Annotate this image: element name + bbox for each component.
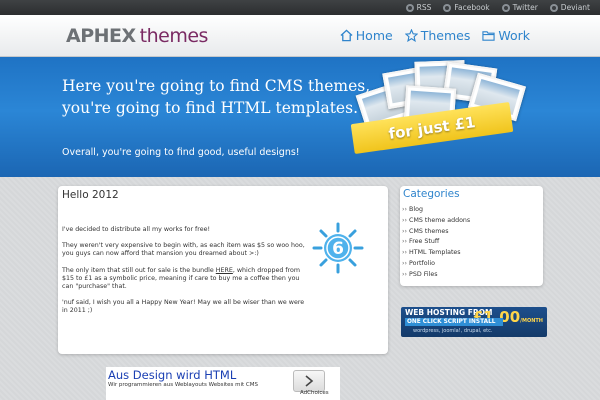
post-paragraph-1: I've decided to distribute all my works … [62,226,210,233]
ad-choices-label[interactable]: AdChoices [300,390,329,396]
category-cms-themes[interactable]: CMS themes [402,227,470,238]
star-icon [404,29,418,42]
main-nav: Home Themes Work [340,28,530,43]
post-body: I've decided to distribute all my works … [62,226,308,324]
ad-title[interactable]: Aus Design wird HTML [108,368,236,382]
site-header: APHEX themes Home Themes Work [0,15,600,57]
categories-panel: Categories Blog CMS theme addons CMS the… [400,186,543,286]
banner-line-2: you're going to find HTML templates. [62,99,358,117]
top-social-bar: RSS Facebook Twitter Deviant [0,0,600,15]
rss-icon [405,3,414,12]
twitter-link[interactable]: Twitter [501,3,538,12]
nav-themes[interactable]: Themes [404,28,471,43]
rss-label: RSS [416,3,432,12]
rss-link[interactable]: RSS [405,3,432,12]
blog-post: Hello 2012 I've decided to distribute al… [58,186,388,354]
categories-list: Blog CMS theme addons CMS themes Free St… [402,205,470,281]
banner-subline: Overall, you're going to find good, usef… [62,147,300,158]
hosting-ad-tagline: ONE CLICK SCRIPT INSTALL [405,318,503,326]
site-logo[interactable]: APHEX themes [66,25,208,47]
logo-aphex: APHEX [66,25,136,47]
hosting-ad-price-unit: /MONTH [520,318,543,324]
deviant-link[interactable]: Deviant [549,3,590,12]
twitter-label: Twitter [512,3,538,12]
hero-banner: Here you're going to find CMS themes, yo… [0,57,600,177]
facebook-icon [443,3,452,12]
chevron-right-icon [305,375,314,387]
facebook-link[interactable]: Facebook [443,3,490,12]
post-paragraph-3: The only item that still out for sale is… [62,267,308,292]
deviantart-icon [549,3,558,12]
nav-work[interactable]: Work [482,28,530,43]
ad-description: Wir programmieren aus Weblayouts Website… [108,382,259,388]
facebook-label: Facebook [454,3,490,12]
category-psd-files[interactable]: PSD Files [402,270,470,281]
hosting-ad-banner[interactable]: WEB HOSTING FROM £1.00/MONTH ONE CLICK S… [401,307,547,337]
badge-number: 6 [332,239,344,259]
folder-icon [482,31,495,41]
sun-badge-icon: 6 [312,222,364,274]
nav-home[interactable]: Home [340,28,393,43]
hosting-ad-platforms: wordpress, joomla!, drupal, etc. [413,328,493,334]
category-portfolio[interactable]: Portfolio [402,259,470,270]
category-free-stuff[interactable]: Free Stuff [402,237,470,248]
category-cms-theme-addons[interactable]: CMS theme addons [402,216,470,227]
category-html-templates[interactable]: HTML Templates [402,248,470,259]
bundle-link[interactable]: HERE [216,267,233,274]
banner-line-1: Here you're going to find CMS themes, [62,77,371,95]
post-paragraph-4: 'nuf said, I wish you all a Happy New Ye… [62,299,305,315]
logo-themes: themes [139,25,209,47]
nav-home-label: Home [355,28,393,43]
text-ad[interactable]: Aus Design wird HTML Wir programmieren a… [106,367,340,400]
nav-themes-label: Themes [420,28,471,43]
twitter-icon [501,3,510,12]
deviant-label: Deviant [560,3,590,12]
post-paragraph-2: They weren't very expensive to begin wit… [62,242,305,258]
post-title[interactable]: Hello 2012 [62,189,119,201]
ad-arrow-button[interactable] [293,370,325,392]
category-blog[interactable]: Blog [402,205,470,216]
post-paragraph-3-start: The only item that still out for sale is… [62,266,216,274]
categories-title: Categories [403,188,460,200]
nav-work-label: Work [498,28,530,43]
home-icon [340,29,353,42]
